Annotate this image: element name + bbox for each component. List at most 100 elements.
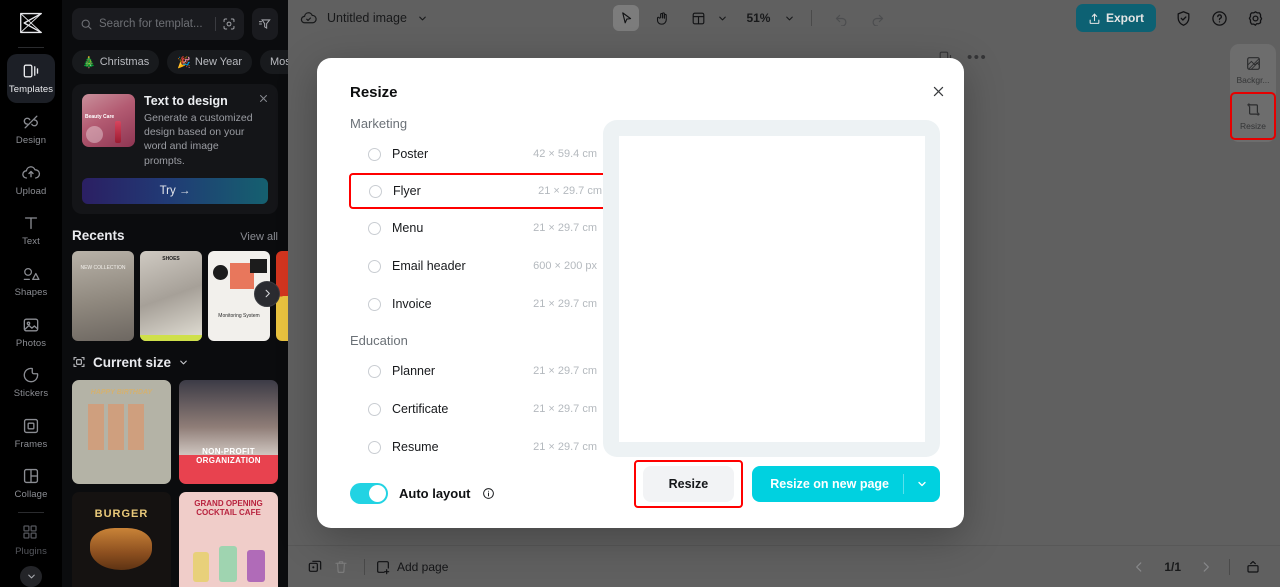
promo-thumb-lipstick xyxy=(115,121,121,143)
sidebar-item-shapes[interactable]: Shapes xyxy=(7,257,55,306)
option-email-header[interactable]: Email header 600 × 200 px xyxy=(350,247,607,285)
option-dimensions-planner: 21 × 29.7 cm xyxy=(533,365,597,377)
option-label-certificate: Certificate xyxy=(392,402,522,416)
option-poster[interactable]: Poster 42 × 59.4 cm xyxy=(350,135,607,173)
template-caption-3: BURGER xyxy=(72,508,171,520)
crop-size-icon xyxy=(72,355,86,369)
radio-menu[interactable] xyxy=(368,222,381,235)
sidebar-item-text[interactable]: Text xyxy=(7,206,55,255)
sidebar-item-upload[interactable]: Upload xyxy=(7,155,55,204)
radio-planner[interactable] xyxy=(368,365,381,378)
radio-certificate[interactable] xyxy=(368,403,381,416)
close-icon[interactable] xyxy=(258,93,269,104)
modal-close-button[interactable] xyxy=(931,84,946,99)
auto-layout-toggle[interactable] xyxy=(350,483,388,504)
search-placeholder: Search for templat... xyxy=(99,18,203,30)
promo-thumb-label: Beauty Care xyxy=(85,114,114,120)
template-cell-1[interactable]: HAPPY BIRTHDAY xyxy=(72,380,171,484)
sidebar-label-frames: Frames xyxy=(15,439,48,450)
radio-resume[interactable] xyxy=(368,441,381,454)
modal-actions: Resize Resize on new page xyxy=(634,460,940,508)
image-search-icon[interactable] xyxy=(222,17,236,31)
template-cell-3[interactable]: BURGER xyxy=(72,492,171,587)
photos-icon xyxy=(21,315,41,335)
sidebar-item-templates[interactable]: Templates xyxy=(7,54,55,103)
radio-poster[interactable] xyxy=(368,148,381,161)
template-caption-1: HAPPY BIRTHDAY xyxy=(72,389,171,396)
recents-carousel: NEW COLLECTION SHOES Monitoring System B… xyxy=(72,251,278,341)
sidebar-label-photos: Photos xyxy=(16,338,46,349)
option-flyer[interactable]: Flyer 21 × 29.7 cm xyxy=(349,173,607,209)
resize-preview xyxy=(603,120,940,457)
chip-label-new-year: New Year xyxy=(195,56,242,68)
recent-caption-3: Monitoring System xyxy=(208,313,270,319)
sidebar-expand-button[interactable] xyxy=(20,566,42,587)
chip-label-christmas: Christmas xyxy=(100,56,150,68)
chip-christmas[interactable]: 🎄 Christmas xyxy=(72,50,159,74)
recent-thumb-3-block2 xyxy=(250,259,267,273)
upload-cloud-icon xyxy=(21,163,41,183)
resize-button[interactable]: Resize xyxy=(643,466,735,502)
sidebar-label-collage: Collage xyxy=(15,489,48,500)
sidebar-label-stickers: Stickers xyxy=(14,388,49,399)
resize-on-new-page-button[interactable]: Resize on new page xyxy=(752,466,940,502)
resize-options-list: Marketing Poster 42 × 59.4 cm Flyer 21 ×… xyxy=(317,106,607,454)
frames-icon xyxy=(21,416,41,436)
radio-flyer[interactable] xyxy=(369,185,382,198)
modal-title: Resize xyxy=(350,84,398,101)
option-dimensions-certificate: 21 × 29.7 cm xyxy=(533,403,597,415)
recents-title: Recents xyxy=(72,228,125,243)
sidebar-item-collage[interactable]: Collage xyxy=(7,459,55,508)
template-photo-collage xyxy=(88,404,146,450)
option-label-menu: Menu xyxy=(392,221,522,235)
recent-caption-1: NEW COLLECTION xyxy=(72,265,134,271)
chip-new-year[interactable]: 🎉 New Year xyxy=(167,50,252,74)
sidebar-item-frames[interactable]: Frames xyxy=(7,409,55,458)
template-drink-3 xyxy=(247,550,265,582)
option-dimensions-flyer: 21 × 29.7 cm xyxy=(538,185,602,197)
group-label-marketing: Marketing xyxy=(350,116,607,131)
chevron-down-icon[interactable] xyxy=(904,478,940,490)
sidebar-item-plugins[interactable]: Plugins xyxy=(7,519,55,562)
template-cell-4[interactable]: GRAND OPENING COCKTAIL CAFE xyxy=(179,492,278,587)
promo-try-button[interactable]: Try → xyxy=(82,178,268,204)
filter-chips: 🎄 Christmas 🎉 New Year Most xyxy=(72,50,278,74)
recent-thumb-2[interactable]: SHOES xyxy=(140,251,202,341)
search-icon xyxy=(80,18,93,31)
current-size-label: Current size xyxy=(93,355,171,370)
sidebar-label-plugins: Plugins xyxy=(15,546,47,557)
text-icon xyxy=(21,213,41,233)
radio-email-header[interactable] xyxy=(368,260,381,273)
recent-thumb-3-dot xyxy=(213,265,228,280)
sidebar-label-shapes: Shapes xyxy=(15,287,48,298)
christmas-tree-icon: 🎄 xyxy=(82,56,96,69)
auto-layout-row: Auto layout xyxy=(350,483,495,504)
recent-caption-4: BLACK xyxy=(276,257,288,267)
template-cell-2[interactable]: NON-PROFIT ORGANIZATION xyxy=(179,380,278,484)
capcut-logo-icon[interactable] xyxy=(11,6,51,39)
option-invoice[interactable]: Invoice 21 × 29.7 cm xyxy=(350,285,607,323)
option-planner[interactable]: Planner 21 × 29.7 cm xyxy=(350,352,607,390)
search-input[interactable]: Search for templat... xyxy=(72,8,244,40)
sidebar-item-photos[interactable]: Photos xyxy=(7,307,55,356)
chip-most[interactable]: Most xyxy=(260,50,288,74)
template-drink-1 xyxy=(193,552,209,582)
recent-thumb-2-bar xyxy=(140,335,202,341)
sidebar-item-design[interactable]: Design xyxy=(7,105,55,154)
promo-thumb-shape xyxy=(86,126,103,143)
option-resume[interactable]: Resume 21 × 29.7 cm xyxy=(350,428,607,454)
option-certificate[interactable]: Certificate 21 × 29.7 cm xyxy=(350,390,607,428)
filter-button[interactable] xyxy=(252,8,278,40)
recent-thumb-1[interactable]: NEW COLLECTION xyxy=(72,251,134,341)
current-size-selector[interactable]: Current size xyxy=(72,355,278,370)
sidebar-item-stickers[interactable]: Stickers xyxy=(7,358,55,407)
recents-view-all[interactable]: View all xyxy=(240,231,278,243)
text-to-design-promo: Beauty Care Text to design Generate a cu… xyxy=(72,84,278,214)
radio-invoice[interactable] xyxy=(368,298,381,311)
option-label-flyer: Flyer xyxy=(393,184,527,198)
chevron-down-icon xyxy=(26,571,37,582)
resize-modal: Resize Marketing Poster 42 × 59.4 cm Fly… xyxy=(317,58,964,528)
recents-next-button[interactable] xyxy=(254,281,280,307)
info-icon[interactable] xyxy=(482,487,495,500)
option-menu[interactable]: Menu 21 × 29.7 cm xyxy=(350,209,607,247)
